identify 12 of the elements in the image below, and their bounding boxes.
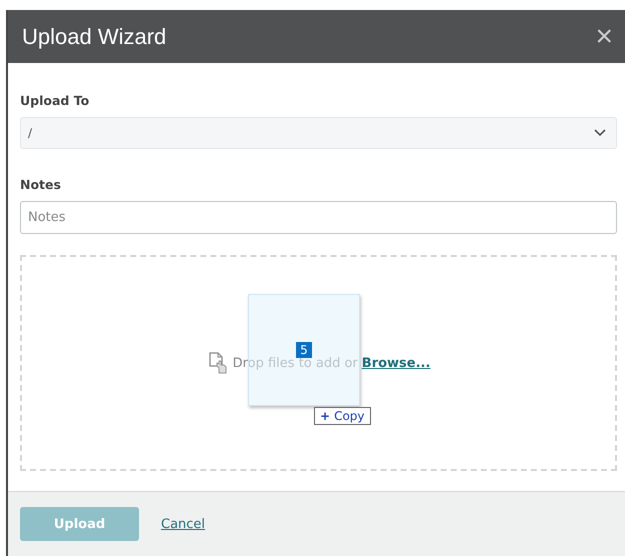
copy-tooltip: + Copy: [314, 407, 371, 426]
window-title: Upload Wizard: [22, 24, 166, 50]
file-count-badge: 5: [296, 342, 312, 358]
cancel-link[interactable]: Cancel: [161, 516, 206, 532]
file-hand-icon: [206, 352, 229, 374]
notes-input[interactable]: Notes: [20, 201, 617, 234]
field-label: Notes: [20, 177, 62, 192]
chevron-down-icon: [594, 129, 606, 138]
close-button[interactable]: ×: [591, 22, 617, 52]
browse-link[interactable]: Browse...: [362, 356, 430, 371]
folder-dropdown[interactable]: /: [20, 117, 617, 150]
field-label: Upload To: [20, 93, 90, 108]
